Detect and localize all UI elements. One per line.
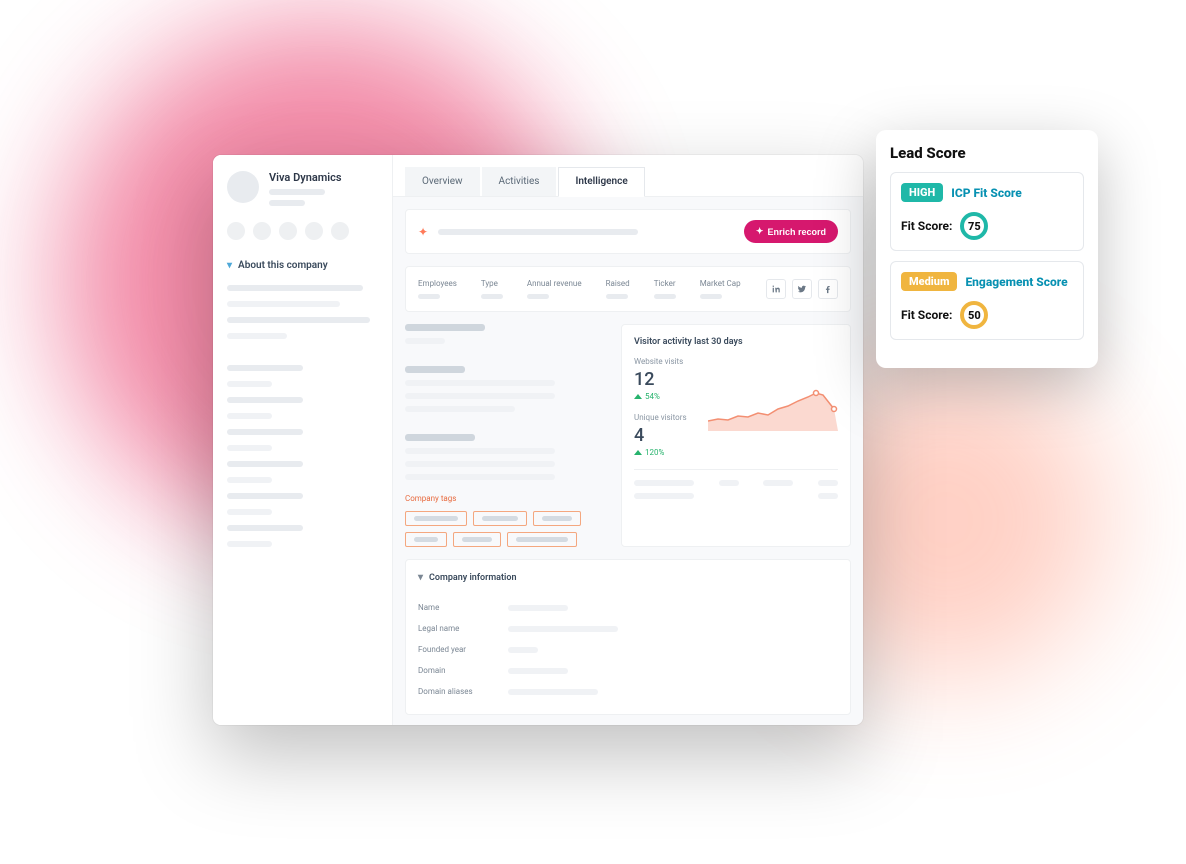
chevron-down-icon: ▾ [418, 572, 423, 583]
metric-raised: Raised [606, 279, 630, 299]
action-dot[interactable] [253, 222, 271, 240]
metrics-row: Employees Type Annual revenue Raised Tic… [405, 266, 851, 312]
twitter-icon[interactable] [792, 279, 812, 299]
company-info-card: ▾ Company information Name Legal name Fo… [405, 559, 851, 715]
company-info-header[interactable]: ▾ Company information [418, 572, 838, 583]
tab-intelligence[interactable]: Intelligence [558, 167, 644, 197]
facebook-icon[interactable] [818, 279, 838, 299]
fit-score-value: 50 [960, 301, 988, 329]
linkedin-icon[interactable] [766, 279, 786, 299]
activity-title: Visitor activity last 30 days [634, 337, 838, 347]
company-name: Viva Dynamics [269, 171, 342, 184]
metric-employees: Employees [418, 279, 457, 299]
action-dot[interactable] [279, 222, 297, 240]
enrich-bar: ✦ ✦ Enrich record [405, 209, 851, 254]
tag-chip[interactable] [473, 511, 527, 526]
sparkle-icon: ✦ [756, 226, 764, 237]
tab-overview[interactable]: Overview [405, 167, 480, 196]
tag-chip[interactable] [405, 532, 447, 547]
badge-high: HIGH [901, 183, 943, 202]
unique-visitors-delta: 120% [634, 448, 838, 457]
main-area: Overview Activities Intelligence ✦ ✦ Enr… [393, 155, 863, 725]
info-row: Name [418, 597, 838, 618]
badge-medium: Medium [901, 272, 957, 291]
lead-score-popup: Lead Score HIGH ICP Fit Score Fit Score:… [876, 130, 1098, 368]
tabs: Overview Activities Intelligence [393, 155, 863, 197]
sidebar: Viva Dynamics ▾ About this company [213, 155, 393, 725]
enrich-label: Enrich record [767, 227, 826, 237]
tag-chip[interactable] [533, 511, 581, 526]
enrich-button[interactable]: ✦ Enrich record [744, 220, 838, 243]
company-tags: Company tags [405, 494, 609, 547]
tag-chip[interactable] [453, 532, 501, 547]
chevron-down-icon: ▾ [227, 260, 232, 271]
metric-revenue: Annual revenue [527, 279, 582, 299]
action-dots [227, 222, 378, 240]
engagement-score-name: Engagement Score [965, 275, 1067, 289]
about-header[interactable]: ▾ About this company [227, 260, 378, 271]
sparkle-icon: ✦ [418, 225, 428, 239]
fit-score-label: Fit Score: [901, 219, 952, 233]
engagement-score-block: Medium Engagement Score Fit Score: 50 [890, 261, 1084, 340]
metric-ticker: Ticker [654, 279, 676, 299]
fit-score-value: 75 [960, 212, 988, 240]
icp-score-name: ICP Fit Score [951, 186, 1021, 200]
action-dot[interactable] [305, 222, 323, 240]
tag-chip[interactable] [405, 511, 467, 526]
website-visits-label: Website visits [634, 357, 838, 366]
activity-sparkline [708, 381, 838, 431]
info-row: Legal name [418, 618, 838, 639]
lead-score-title: Lead Score [890, 144, 1084, 162]
app-window: Viva Dynamics ▾ About this company [213, 155, 863, 725]
about-label: About this company [238, 260, 328, 271]
action-dot[interactable] [227, 222, 245, 240]
action-dot[interactable] [331, 222, 349, 240]
avatar [227, 171, 259, 203]
metric-marketcap: Market Cap [700, 279, 741, 299]
icp-score-block: HIGH ICP Fit Score Fit Score: 75 [890, 172, 1084, 251]
summary-block: Company tags [405, 324, 609, 547]
tags-label: Company tags [405, 494, 609, 503]
metric-type: Type [481, 279, 503, 299]
tag-chip[interactable] [507, 532, 577, 547]
info-row: Founded year [418, 639, 838, 660]
tab-activities[interactable]: Activities [482, 167, 557, 196]
up-icon [634, 450, 642, 455]
info-row: Domain [418, 660, 838, 681]
activity-card: Visitor activity last 30 days Website vi… [621, 324, 851, 547]
info-row: Domain aliases [418, 681, 838, 702]
up-icon [634, 394, 642, 399]
fit-score-label: Fit Score: [901, 308, 952, 322]
company-header: Viva Dynamics [227, 171, 378, 206]
